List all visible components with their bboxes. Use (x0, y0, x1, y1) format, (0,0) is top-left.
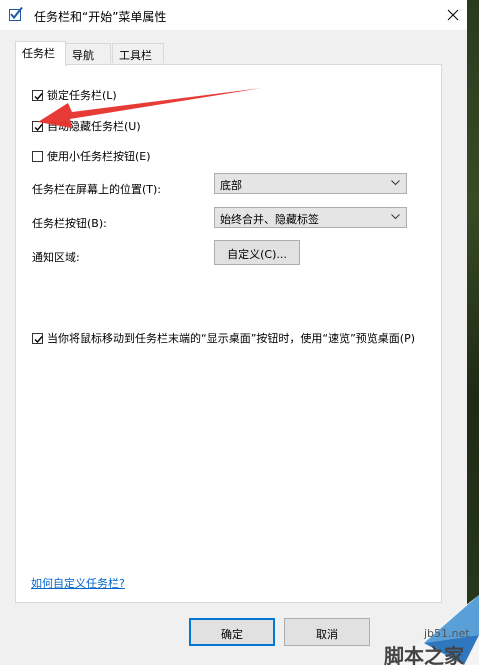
dialog-content: 任务栏 导航 工具栏 锁定任务栏(L) 自动隐藏任务栏(U) 使用小任务栏按钮(… (0, 30, 467, 665)
position-value: 底部 (220, 179, 242, 192)
help-link[interactable]: 如何自定义任务栏? (31, 575, 125, 591)
notification-area-label: 通知区域: (32, 251, 80, 264)
peek-checkbox[interactable] (32, 332, 43, 344)
title-bar: 任务栏和“开始”菜单属性 (0, 0, 467, 30)
peek-label: 当你将鼠标移动到任务栏末端的“显示桌面”按钮时，使用“速览”预览桌面(P) (47, 332, 416, 345)
small-buttons-option[interactable]: 使用小任务栏按钮(E) (32, 148, 151, 164)
small-buttons-checkbox[interactable] (32, 150, 43, 162)
auto-hide-option[interactable]: 自动隐藏任务栏(U) (32, 118, 141, 134)
lock-taskbar-label: 锁定任务栏(L) (47, 89, 117, 102)
watermark-site: jb51.net (424, 627, 470, 640)
checkmark-icon (34, 335, 43, 343)
checkmark-icon (34, 123, 43, 131)
ok-button[interactable]: 确定 (189, 618, 275, 646)
taskbar-buttons-select[interactable]: 始终合并、隐藏标签 (214, 207, 407, 228)
tab-taskbar[interactable]: 任务栏 (15, 41, 66, 66)
auto-hide-checkbox[interactable] (32, 120, 43, 132)
window-title: 任务栏和“开始”菜单属性 (34, 10, 167, 24)
peek-option[interactable]: 当你将鼠标移动到任务栏末端的“显示桌面”按钮时，使用“速览”预览桌面(P) (32, 330, 415, 346)
auto-hide-label: 自动隐藏任务栏(U) (47, 120, 141, 133)
desktop-background-strip (467, 0, 479, 665)
position-label: 任务栏在屏幕上的位置(T): (32, 183, 162, 196)
taskbar-buttons-value: 始终合并、隐藏标签 (220, 213, 319, 226)
tab-toolbars[interactable]: 工具栏 (112, 43, 164, 63)
cancel-button[interactable]: 取消 (284, 618, 370, 646)
watermark-brand: 脚本之家 (384, 644, 464, 665)
lock-taskbar-checkbox[interactable] (32, 89, 43, 101)
properties-check-icon (8, 6, 24, 22)
chevron-down-icon (391, 214, 400, 220)
checkmark-icon (34, 92, 43, 100)
close-button[interactable] (440, 2, 466, 28)
chevron-down-icon (391, 180, 400, 186)
taskbar-properties-window: 任务栏和“开始”菜单属性 任务栏 导航 工具栏 锁定任务栏(L) 自动隐藏任务栏… (0, 0, 479, 665)
small-buttons-label: 使用小任务栏按钮(E) (47, 150, 151, 163)
position-select[interactable]: 底部 (214, 173, 407, 194)
customize-notification-button[interactable]: 自定义(C)... (214, 240, 300, 265)
close-icon (447, 9, 459, 21)
lock-taskbar-option[interactable]: 锁定任务栏(L) (32, 87, 117, 103)
taskbar-buttons-label: 任务栏按钮(B): (32, 217, 107, 230)
tab-navigation[interactable]: 导航 (65, 43, 111, 63)
